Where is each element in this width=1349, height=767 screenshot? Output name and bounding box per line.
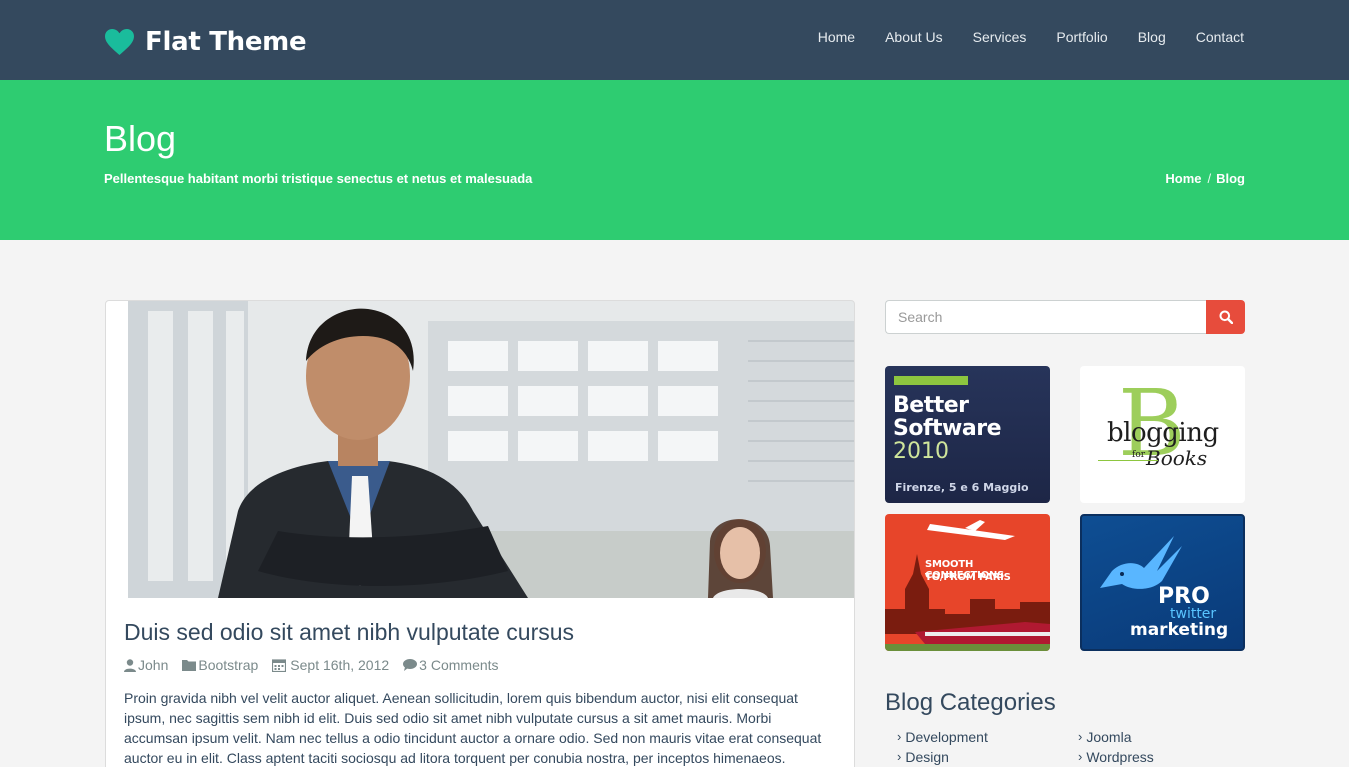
post-author[interactable]: John [124, 657, 168, 673]
search-input[interactable] [885, 300, 1207, 334]
nav-about-us[interactable]: About Us [885, 27, 943, 47]
category-design[interactable]: › Design [897, 747, 1078, 767]
category-label: Joomla [1086, 729, 1132, 745]
post-image[interactable] [128, 301, 854, 598]
ad-better-line1: Better [893, 393, 969, 418]
post-category[interactable]: Bootstrap [182, 657, 258, 673]
ad-better-software[interactable]: Better Software 2010 Firenze, 5 e 6 Magg… [885, 366, 1050, 503]
folder-icon [182, 660, 197, 671]
ad-pro-twitter[interactable]: PRO twitter marketing [1080, 514, 1245, 651]
post-excerpt: Proin gravida nibh vel velit auctor aliq… [124, 690, 822, 766]
calendar-icon [272, 659, 287, 672]
page-title: Blog [104, 118, 177, 159]
ad-paris-line2: TO/FROM PARIS [925, 572, 1011, 583]
category-label: Development [905, 729, 988, 745]
ad-blogging-rule [1098, 460, 1158, 461]
ad-accent-bar [894, 376, 968, 385]
breadcrumb-home[interactable]: Home [1165, 171, 1201, 186]
nav-portfolio[interactable]: Portfolio [1056, 27, 1107, 47]
post-date-text: Sept 16th, 2012 [290, 657, 390, 673]
ad-blogging-line3: Books [1146, 446, 1208, 470]
chevron-right-icon: › [897, 749, 902, 764]
user-icon [124, 658, 136, 672]
search-button[interactable] [1206, 300, 1245, 334]
breadcrumb: Home / Blog [1165, 171, 1245, 186]
post-author-name: John [138, 657, 169, 673]
category-label: Design [905, 749, 949, 765]
category-joomla[interactable]: › Joomla [1078, 727, 1238, 747]
nav-home[interactable]: Home [818, 27, 855, 47]
blog-categories-list: › Development › Joomla › Design › Wordpress [897, 727, 1247, 767]
chevron-right-icon: › [1078, 729, 1083, 744]
post-photo-illustration [128, 301, 854, 598]
nav-blog[interactable]: Blog [1138, 27, 1166, 47]
blog-post-card: Duis sed odio sit amet nibh vulputate cu… [105, 300, 855, 767]
breadcrumb-separator: / [1207, 171, 1212, 186]
blog-categories-title: Blog Categories [885, 689, 1056, 716]
heart-icon [105, 28, 134, 56]
post-category-name: Bootstrap [198, 657, 259, 673]
ad-blogging-line1: blogging [1107, 418, 1219, 448]
ad-better-footer: Firenze, 5 e 6 Maggio [895, 481, 1029, 494]
ad-better-line2: Software [893, 416, 1002, 441]
ad-pro-line3: marketing [1130, 620, 1229, 640]
ad-blogging-line2: for [1132, 450, 1146, 460]
ad-better-line3: 2010 [893, 439, 949, 464]
nav-services[interactable]: Services [973, 27, 1027, 47]
page-header: Blog Pellentesque habitant morbi tristiq… [0, 80, 1349, 240]
search-icon [1219, 310, 1233, 324]
chevron-right-icon: › [897, 729, 902, 744]
comment-icon [403, 659, 418, 671]
ad-paris-train[interactable]: SMOOTH CONNECTIONS TO/FROM PARIS [885, 514, 1050, 651]
post-comments[interactable]: 3 Comments [403, 657, 499, 673]
category-wordpress[interactable]: › Wordpress [1078, 747, 1238, 767]
main-nav: Home About Us Services Portfolio Blog Co… [818, 27, 1244, 47]
post-comments-count: 3 Comments [419, 657, 499, 673]
post-date: Sept 16th, 2012 [272, 657, 389, 673]
post-meta: John Bootstrap Sept 16th, 2012 3 Comment… [124, 657, 513, 673]
brand-logo[interactable]: Flat Theme [104, 24, 307, 60]
sidebar-search [885, 300, 1245, 334]
brand-name: Flat Theme [145, 27, 307, 57]
post-title[interactable]: Duis sed odio sit amet nibh vulputate cu… [124, 619, 574, 646]
chevron-right-icon: › [1078, 749, 1083, 764]
page-subtitle: Pellentesque habitant morbi tristique se… [104, 171, 533, 186]
category-development[interactable]: › Development [897, 727, 1078, 747]
ad-blogging-books[interactable]: B blogging for Books [1080, 366, 1245, 503]
breadcrumb-current: Blog [1216, 171, 1245, 186]
category-label: Wordpress [1086, 749, 1154, 765]
navbar: Flat Theme Home About Us Services Portfo… [0, 0, 1349, 80]
nav-contact[interactable]: Contact [1196, 27, 1244, 47]
